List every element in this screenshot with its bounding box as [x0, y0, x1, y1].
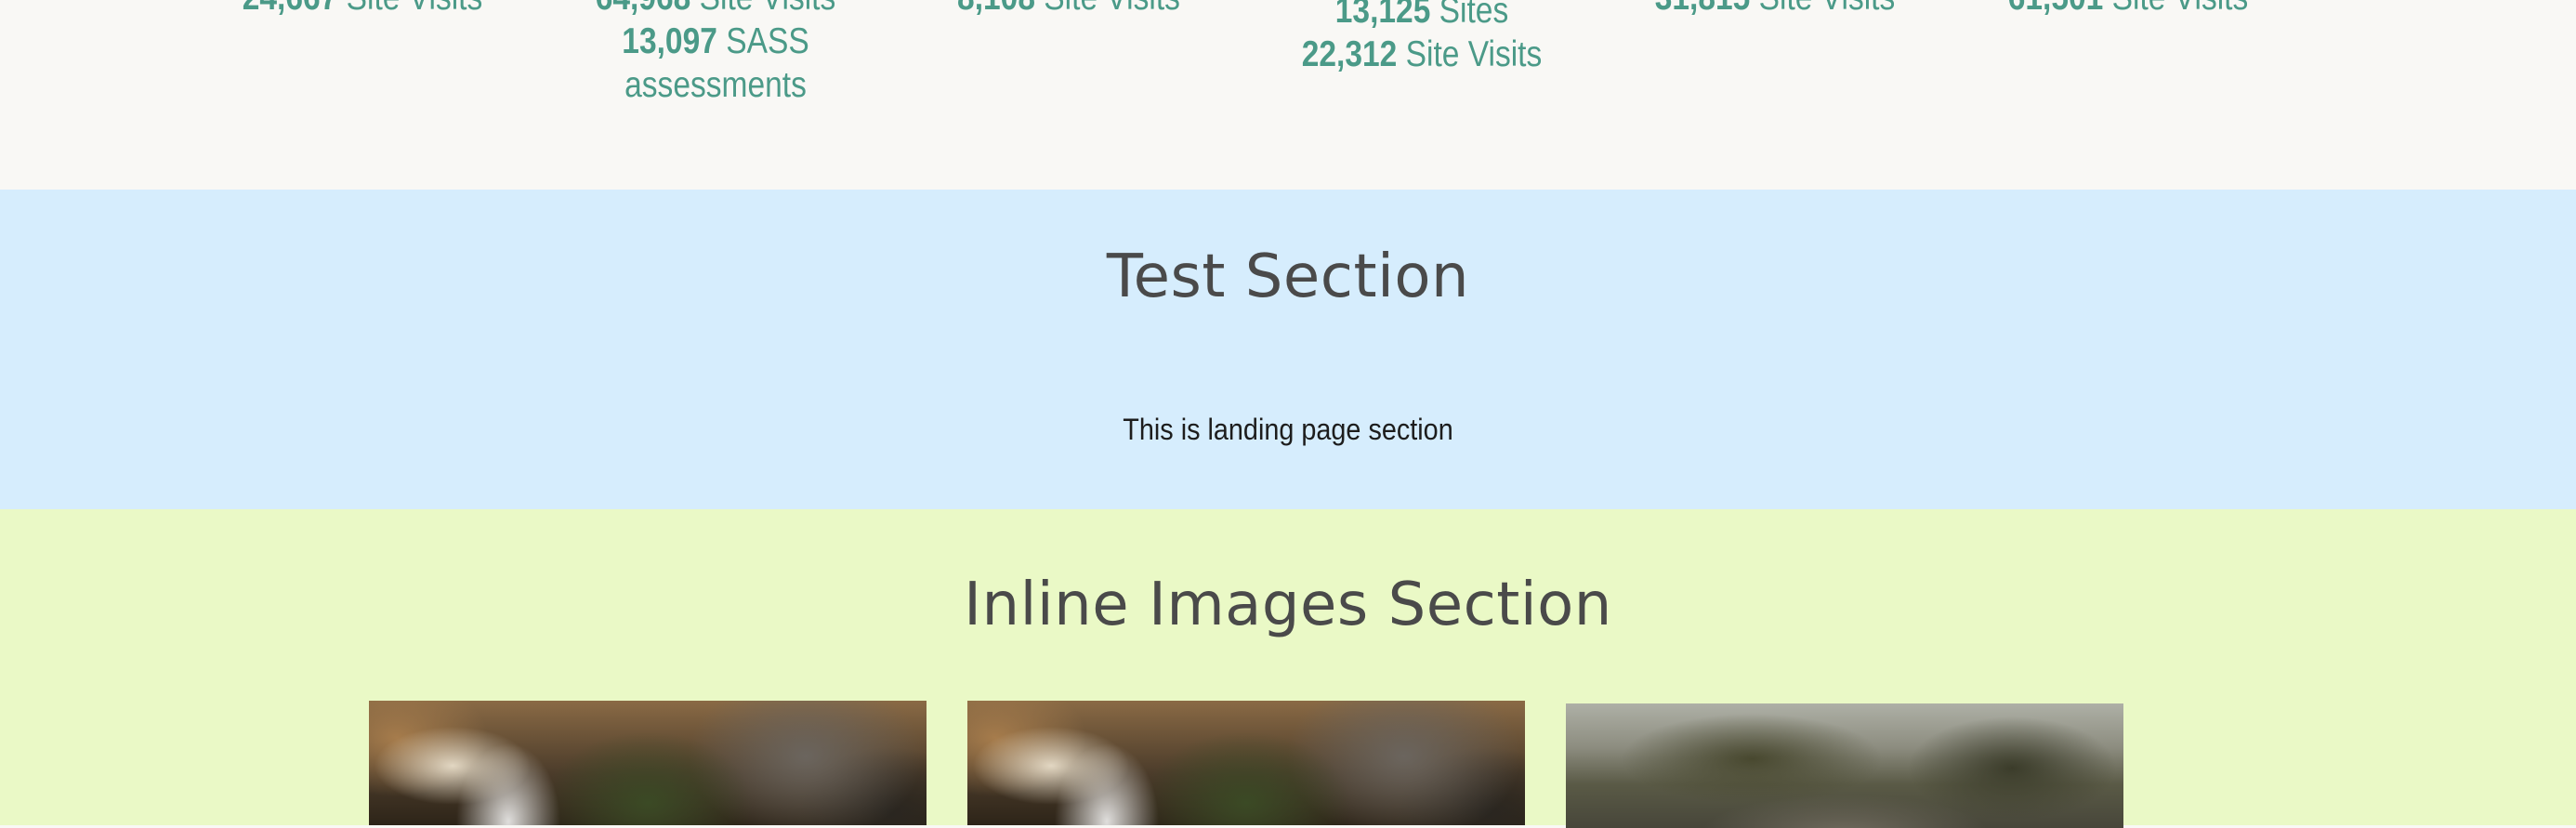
- test-section-title: Test Section: [1106, 243, 1470, 311]
- landscape-image[interactable]: [1566, 703, 2123, 828]
- stat-line: 13,097 SASS assessments: [616, 20, 816, 107]
- stats-band: 24,667 Site Visits 64,968 Site Visits 13…: [0, 0, 2576, 190]
- stat-label: Site Visits: [2103, 0, 2249, 18]
- stat-line: 13,125 Sites: [1262, 0, 1582, 33]
- waterfall-image[interactable]: [967, 701, 1525, 825]
- stat-block: 31,815 Site Visits: [1615, 0, 1935, 20]
- stat-number: 31,815: [1655, 0, 1751, 18]
- stat-block: 13,125 Sites 22,312 Site Visits: [1262, 0, 1582, 76]
- stat-label: Site Visits: [690, 0, 836, 18]
- stat-block: 8,108 Site Visits: [909, 0, 1229, 20]
- stat-label: Site Visits: [1750, 0, 1896, 18]
- stat-number: 13,097: [622, 21, 717, 61]
- stat-line: 31,815 Site Visits: [1615, 0, 1935, 20]
- stat-number: 24,667: [243, 0, 338, 18]
- inline-images-section: Inline Images Section: [0, 509, 2576, 828]
- stat-number: 8,108: [957, 0, 1035, 18]
- inline-images-title: Inline Images Section: [964, 571, 1612, 639]
- stat-number: 64,968: [596, 0, 691, 18]
- stat-block: 61,501 Site Visits: [1968, 0, 2288, 20]
- stat-label: Site Visits: [1397, 34, 1543, 74]
- stat-number: 13,125: [1334, 0, 1431, 31]
- stat-label: Sites: [1430, 0, 1509, 31]
- stat-number: 22,312: [1301, 34, 1398, 74]
- stat-label: Site Visits: [337, 0, 483, 18]
- stat-block: 24,667 Site Visits: [203, 0, 522, 20]
- waterfall-image[interactable]: [369, 701, 927, 825]
- stat-line: 61,501 Site Visits: [1968, 0, 2288, 20]
- stat-number: 61,501: [2008, 0, 2104, 18]
- stat-line: 8,108 Site Visits: [909, 0, 1229, 20]
- stat-line: 22,312 Site Visits: [1262, 33, 1582, 76]
- test-section: Test Section This is landing page sectio…: [0, 190, 2576, 509]
- stat-label: Site Visits: [1035, 0, 1180, 18]
- stat-block: 64,968 Site Visits 13,097 SASS assessmen…: [556, 0, 875, 107]
- stat-line: 64,968 Site Visits: [556, 0, 875, 20]
- stat-line: 24,667 Site Visits: [203, 0, 522, 20]
- test-section-body: This is landing page section: [1123, 413, 1453, 446]
